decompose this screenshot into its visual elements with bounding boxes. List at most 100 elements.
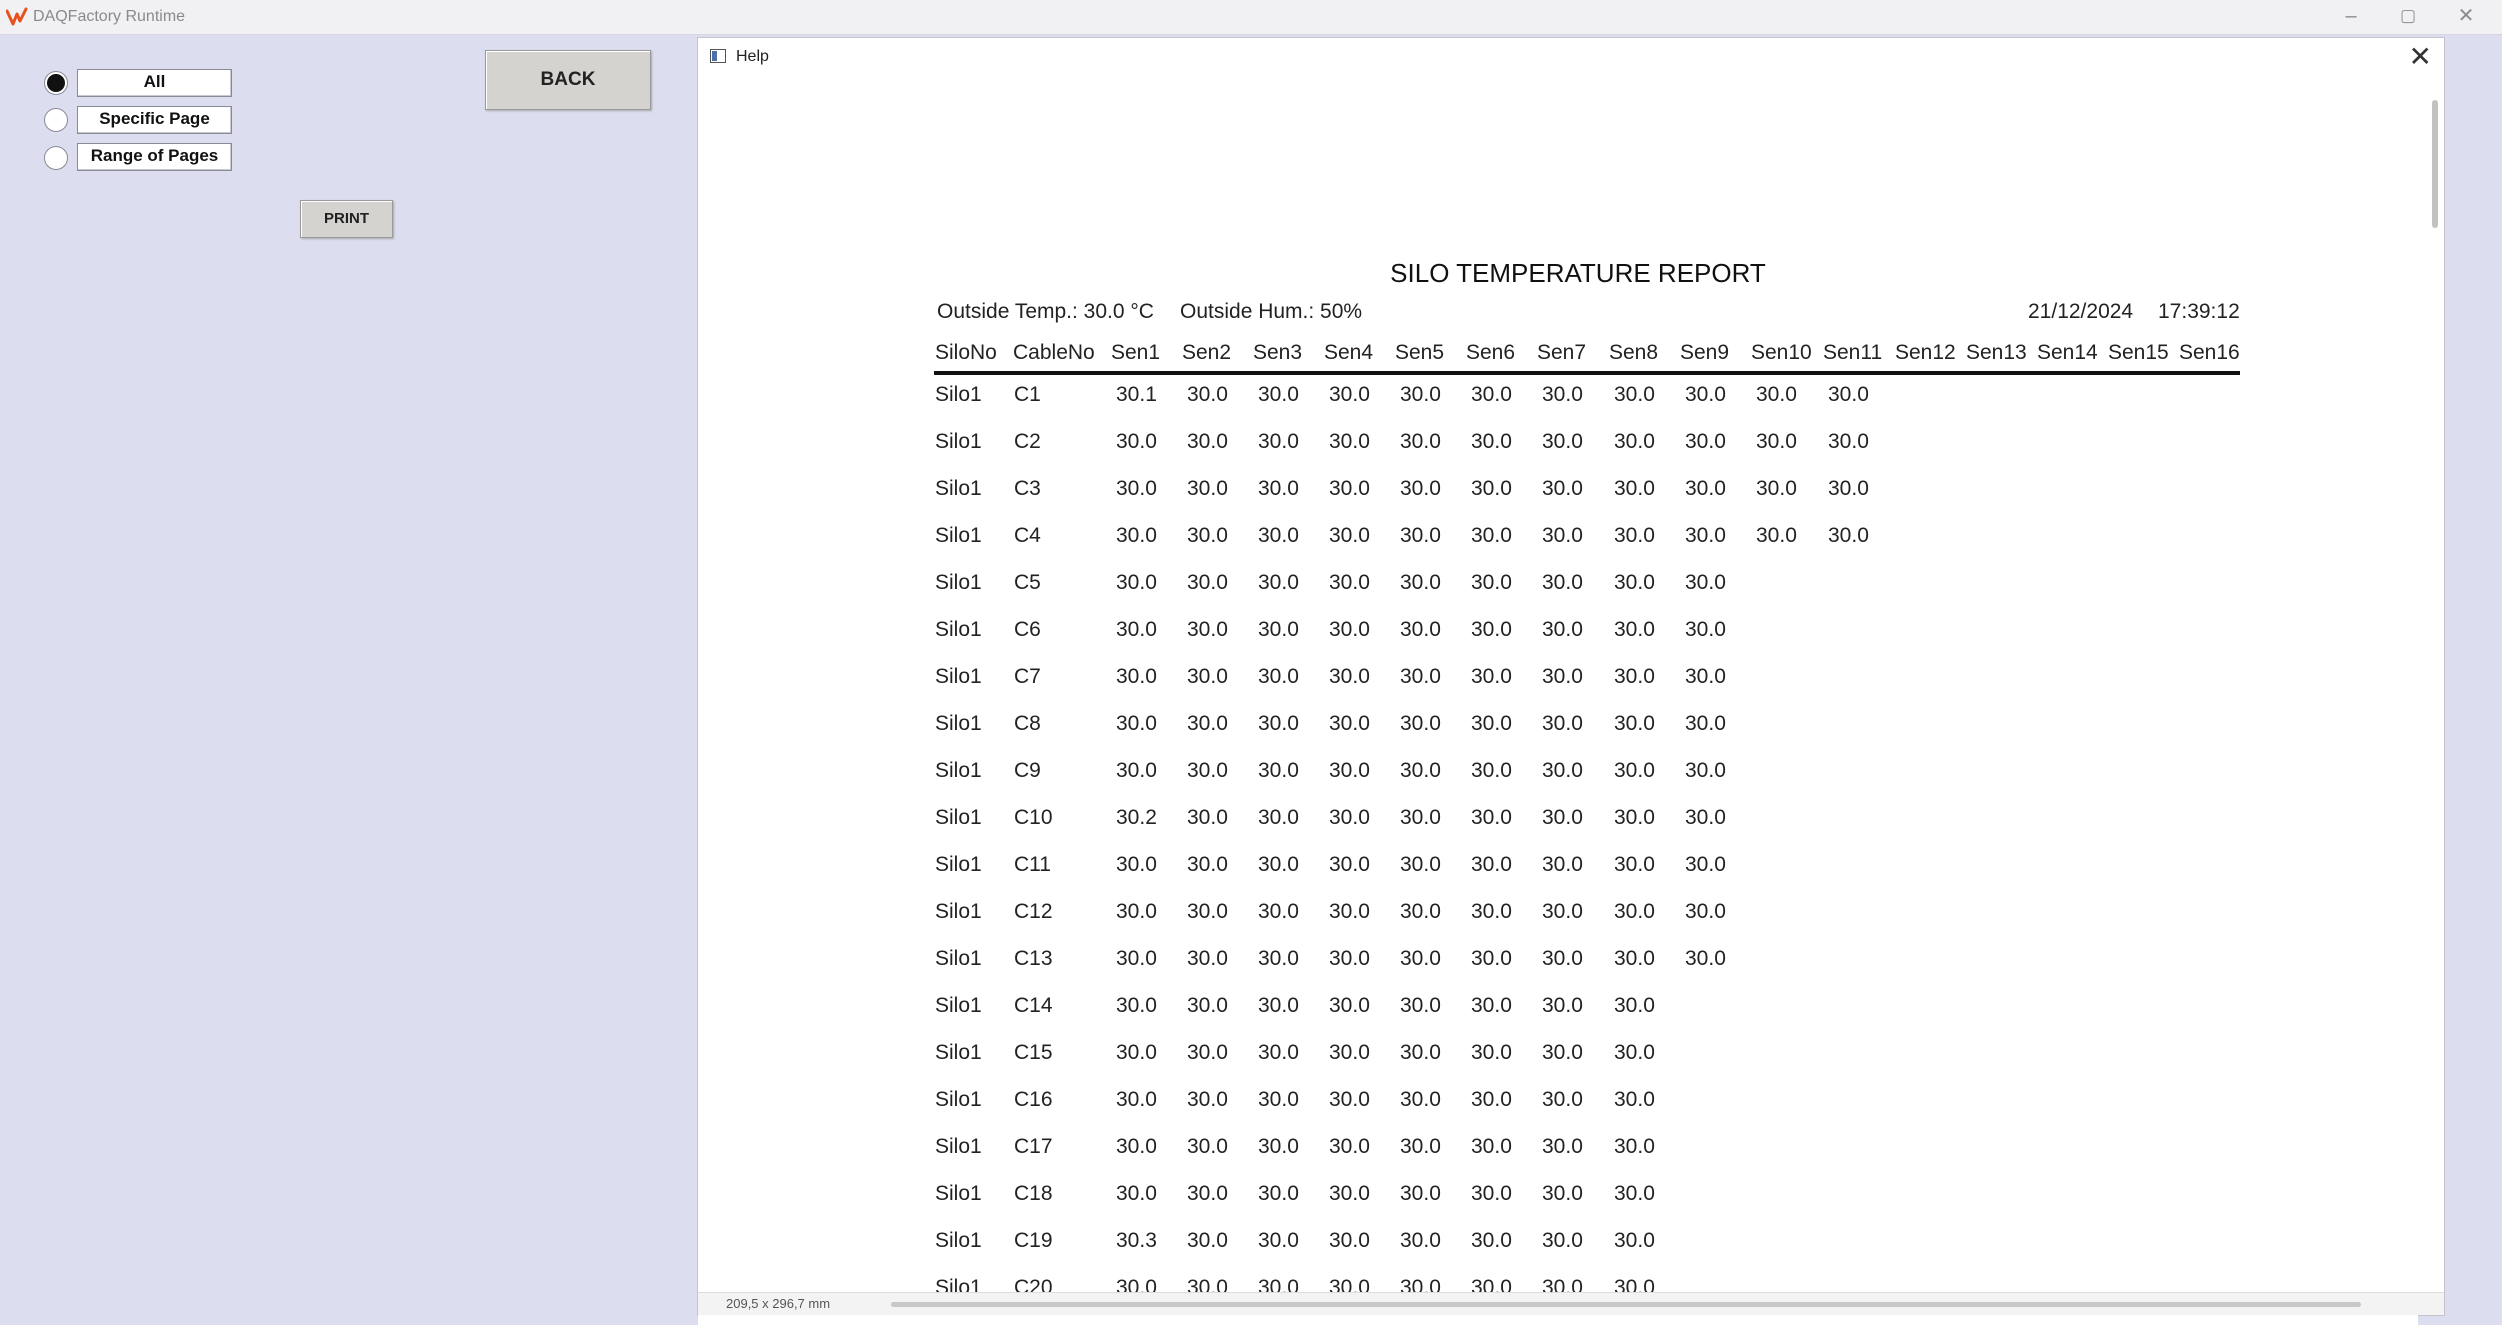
sensor-cell: 30.0 — [1187, 712, 1228, 735]
sensor-cell: 30.0 — [1614, 1182, 1655, 1205]
sensor-cell: 30.0 — [1471, 1229, 1512, 1252]
sensor-cell: 30.0 — [1614, 477, 1655, 500]
sensor-cell: 30.0 — [1471, 1041, 1512, 1064]
sensor-cell: 30.0 — [1258, 759, 1299, 782]
sensor-cell: 30.0 — [1828, 477, 1869, 500]
help-window: Help ✕ SILO TEMPERATURE REPORT Outside T… — [697, 37, 2445, 1325]
sensor-cell: 30.0 — [1471, 947, 1512, 970]
sensor-cell: 30.3 — [1116, 1229, 1157, 1252]
sensor-cell: 30.0 — [1756, 383, 1797, 406]
sensor-cell: 30.0 — [1400, 618, 1441, 641]
silo-cell: Silo1 — [935, 994, 982, 1017]
silo-cell: Silo1 — [935, 759, 982, 782]
cable-cell: C16 — [1014, 1088, 1053, 1111]
help-close-icon[interactable]: ✕ — [2409, 40, 2432, 73]
sensor-cell: 30.0 — [1471, 1182, 1512, 1205]
sensor-cell: 30.0 — [1187, 430, 1228, 453]
sensor-cell: 30.0 — [1542, 1135, 1583, 1158]
sensor-cell: 30.0 — [1400, 430, 1441, 453]
maximize-icon[interactable]: ▢ — [2382, 0, 2434, 34]
sensor-cell: 30.0 — [1400, 994, 1441, 1017]
sensor-cell: 30.0 — [1329, 1229, 1370, 1252]
cable-cell: C7 — [1014, 665, 1041, 688]
silo-cell: Silo1 — [935, 947, 982, 970]
sensor-cell: 30.0 — [1471, 430, 1512, 453]
sensor-cell: 30.0 — [1116, 994, 1157, 1017]
window-close-icon[interactable]: ✕ — [2440, 0, 2492, 34]
sensor-cell: 30.0 — [1258, 1229, 1299, 1252]
app-logo-icon — [6, 7, 28, 26]
sensor-cell: 30.0 — [1614, 759, 1655, 782]
silo-cell: Silo1 — [935, 853, 982, 876]
sensor-cell: 30.0 — [1685, 618, 1726, 641]
column-header: Sen13 — [1966, 341, 2027, 364]
vertical-scrollbar[interactable] — [2432, 100, 2438, 228]
radio-range-of-pages[interactable] — [44, 146, 68, 170]
sensor-cell: 30.0 — [1116, 712, 1157, 735]
radio-all[interactable] — [44, 71, 68, 95]
back-button[interactable]: BACK — [485, 50, 651, 110]
sensor-cell: 30.0 — [1685, 477, 1726, 500]
cable-cell: C6 — [1014, 618, 1041, 641]
print-button[interactable]: PRINT — [300, 200, 393, 238]
sensor-cell: 30.0 — [1258, 618, 1299, 641]
column-header: Sen4 — [1324, 341, 1374, 364]
sensor-cell: 30.0 — [1187, 1182, 1228, 1205]
column-header: Sen14 — [2037, 341, 2098, 364]
sensor-cell: 30.0 — [1187, 994, 1228, 1017]
sensor-cell: 30.0 — [1258, 383, 1299, 406]
sensor-cell: 30.0 — [1329, 430, 1370, 453]
sensor-cell: 30.0 — [1187, 524, 1228, 547]
sensor-cell: 30.0 — [1614, 806, 1655, 829]
sensor-cell: 30.0 — [1187, 665, 1228, 688]
silo-cell: Silo1 — [935, 430, 982, 453]
minimize-icon[interactable]: – — [2325, 0, 2377, 34]
option-label-all[interactable]: All — [77, 69, 232, 97]
sensor-cell: 30.0 — [1116, 571, 1157, 594]
sensor-cell: 30.0 — [1614, 618, 1655, 641]
sensor-cell: 30.0 — [1400, 1229, 1441, 1252]
sensor-cell: 30.0 — [1471, 806, 1512, 829]
cable-cell: C14 — [1014, 994, 1053, 1017]
column-header: Sen3 — [1253, 341, 1303, 364]
sensor-cell: 30.0 — [1471, 900, 1512, 923]
sensor-cell: 30.0 — [1400, 712, 1441, 735]
sensor-cell: 30.0 — [1614, 383, 1655, 406]
sensor-cell: 30.0 — [1471, 1088, 1512, 1111]
silo-cell: Silo1 — [935, 665, 982, 688]
horizontal-scrollbar[interactable] — [891, 1302, 2361, 1307]
option-label-range-of-pages[interactable]: Range of Pages — [77, 143, 232, 171]
sensor-cell: 30.0 — [1400, 477, 1441, 500]
sensor-cell: 30.0 — [1116, 430, 1157, 453]
sensor-cell: 30.0 — [1258, 665, 1299, 688]
sensor-cell: 30.0 — [1116, 477, 1157, 500]
sensor-cell: 30.0 — [1116, 665, 1157, 688]
sensor-cell: 30.0 — [1614, 1041, 1655, 1064]
silo-cell: Silo1 — [935, 1041, 982, 1064]
report-date: 21/12/2024 — [2028, 300, 2134, 323]
cable-cell: C12 — [1014, 900, 1053, 923]
sensor-cell: 30.0 — [1685, 665, 1726, 688]
sensor-cell: 30.0 — [1400, 1135, 1441, 1158]
sensor-cell: 30.0 — [1471, 383, 1512, 406]
page-size-readout: 209,5 x 296,7 mm — [726, 1296, 831, 1311]
sensor-cell: 30.0 — [1685, 947, 1726, 970]
sensor-cell: 30.0 — [1542, 383, 1583, 406]
sensor-cell: 30.0 — [1614, 524, 1655, 547]
radio-specific-page[interactable] — [44, 108, 68, 132]
sensor-cell: 30.0 — [1258, 524, 1299, 547]
sensor-cell: 30.0 — [1685, 430, 1726, 453]
sensor-cell: 30.0 — [1329, 665, 1370, 688]
sensor-cell: 30.0 — [1400, 1182, 1441, 1205]
column-header: CableNo — [1013, 341, 1095, 364]
option-label-specific-page[interactable]: Specific Page — [77, 106, 232, 134]
window-title: DAQFactory Runtime — [33, 8, 186, 25]
sensor-cell: 30.0 — [1329, 947, 1370, 970]
sensor-cell: 30.0 — [1258, 853, 1299, 876]
silo-cell: Silo1 — [935, 1088, 982, 1111]
sensor-cell: 30.0 — [1400, 571, 1441, 594]
sensor-cell: 30.0 — [1329, 477, 1370, 500]
help-title-bar: Help ✕ — [698, 38, 2444, 80]
sensor-cell: 30.0 — [1685, 806, 1726, 829]
sensor-cell: 30.0 — [1542, 994, 1583, 1017]
